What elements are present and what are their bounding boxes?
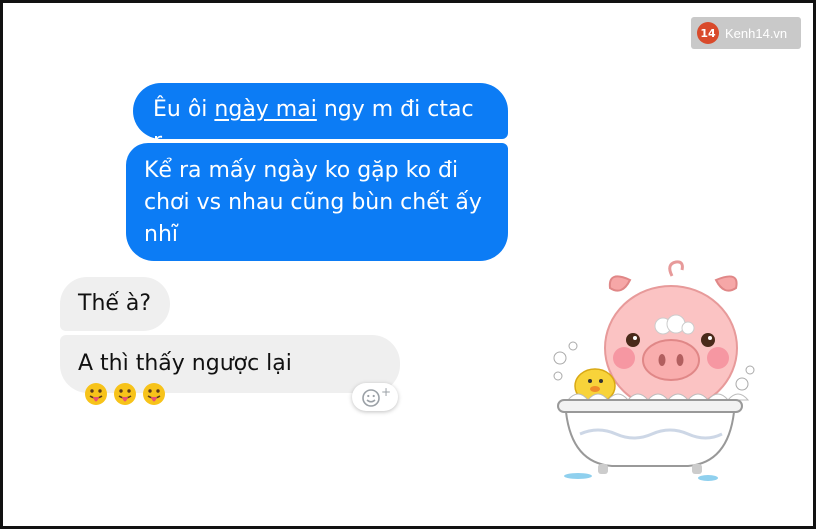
date-link[interactable]: ngày mai: [214, 97, 316, 122]
tongue-emoji-icon: [143, 383, 165, 405]
outgoing-message-1[interactable]: Êu ôi ngày mai ngy m đi ctac r: [133, 83, 508, 154]
incoming-message-2[interactable]: A thì thấy ngược lại: [60, 335, 400, 405]
message-text: Êu ôi: [153, 97, 215, 122]
screenshot-frame: 14 Kenh14.vn Êu ôi ngày mai ngy m đi cta…: [0, 0, 816, 529]
svg-text:+: +: [381, 385, 391, 399]
tongue-emoji-icon: [85, 383, 107, 405]
message-line: Kể ra mấy ngày ko gặp ko đi: [144, 158, 459, 183]
message-text: A thì thấy ngược lại: [78, 351, 292, 376]
incoming-message-1[interactable]: Thế à?: [60, 277, 170, 331]
outgoing-message-2[interactable]: Kể ra mấy ngày ko gặp ko đi chơi vs nhau…: [126, 143, 508, 261]
pig-bath-sticker: [553, 260, 755, 481]
kenh14-badge-icon: 14: [697, 22, 719, 44]
add-reaction-button[interactable]: +: [352, 383, 398, 411]
message-text: Thế à?: [78, 291, 152, 316]
watermark-text: Kenh14.vn: [725, 25, 788, 41]
kenh14-watermark: 14 Kenh14.vn: [691, 17, 801, 49]
tongue-emoji-icon: [114, 383, 136, 405]
message-line: nhĩ: [144, 222, 178, 247]
add-reaction-icon: +: [362, 385, 391, 407]
tongue-emoji-group: [85, 383, 165, 405]
message-line: chơi vs nhau cũng bùn chết ấy: [144, 190, 482, 215]
